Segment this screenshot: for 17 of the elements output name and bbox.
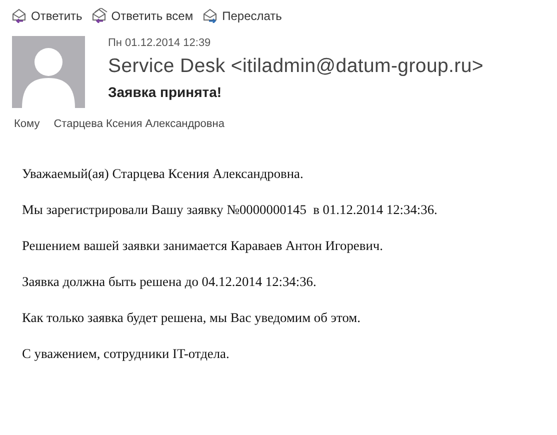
body-paragraph: Мы зарегистрировали Вашу заявку №0000000145 в 01.12.2014 12:34:36.: [22, 202, 438, 218]
body-paragraph: Заявка должна быть решена до 04.12.2014 12:34:36.: [22, 274, 318, 290]
body-paragraph: Как только заявка будет решена, мы Вас уведомим об этом.: [22, 310, 362, 326]
message-date: Пн 01.12.2014 12:39: [108, 37, 212, 49]
reply-all-icon: [92, 8, 108, 23]
forward-icon: [203, 8, 220, 23]
reply-icon: [12, 8, 28, 23]
body-paragraph: Уважаемый(ая) Старцева Ксения Александровна.: [22, 166, 304, 182]
reply-all-button[interactable]: Ответить всем: [92, 8, 194, 23]
body-paragraph: Решением вашей заявки занимается Караваев Антон Игоревич.: [22, 238, 384, 254]
to-label: Кому: [14, 118, 40, 130]
forward-button[interactable]: Переслать: [203, 8, 282, 23]
recipient-name: Старцева Ксения Александровна: [54, 118, 224, 130]
body-paragraph: С уважением, сотрудники IT-отдела.: [22, 346, 230, 362]
reply-button[interactable]: Ответить: [12, 8, 82, 23]
sender-name: Service Desk <itiladmin@datum-group.ru>: [108, 55, 484, 78]
message-subject: Заявка принята!: [108, 84, 223, 100]
